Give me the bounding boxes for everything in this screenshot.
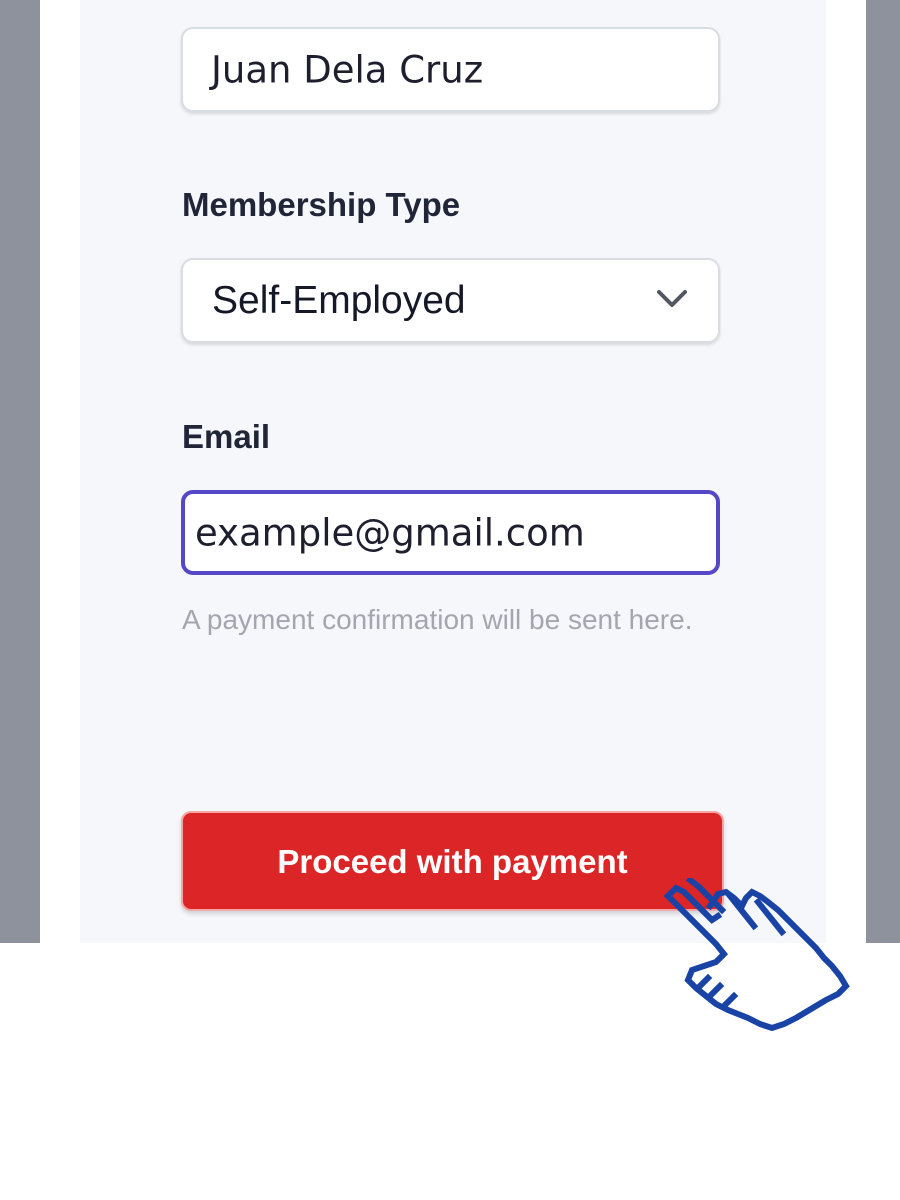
membership-type-select[interactable]: Self-Employed [181, 258, 720, 343]
payment-form-page: Juan Dela Cruz Membership Type Self-Empl… [0, 0, 900, 1200]
chevron-down-icon [657, 290, 687, 307]
form-card [80, 0, 826, 943]
email-label: Email [182, 418, 271, 455]
full-name-value: Juan Dela Cruz [211, 48, 484, 91]
pointing-hand-icon [663, 878, 850, 1032]
email-value: example@gmail.com [195, 511, 585, 554]
membership-type-label: Membership Type [182, 186, 461, 223]
email-helper-text: A payment confirmation will be sent here… [182, 604, 693, 635]
email-input[interactable]: example@gmail.com [181, 490, 720, 575]
full-name-input[interactable]: Juan Dela Cruz [181, 27, 720, 112]
membership-type-value: Self-Employed [212, 278, 466, 322]
proceed-with-payment-button[interactable]: Proceed with payment [181, 811, 724, 911]
